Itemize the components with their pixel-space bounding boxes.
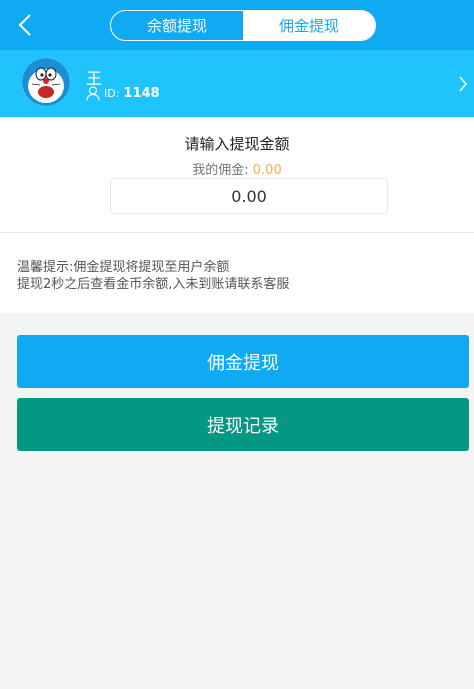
chevron-left-icon[interactable]: [14, 12, 36, 38]
user-id-label: ID:: [104, 87, 120, 100]
tips: 温馨提示:佣金提现将提现至用户余额 提现2秒之后查看金币余额,入未到账请联系客服: [17, 259, 289, 293]
tab-balance-withdraw[interactable]: 余额提现: [111, 11, 243, 40]
doraemon-avatar-icon: [22, 58, 70, 106]
tab-commission-withdraw[interactable]: 佣金提现: [243, 11, 375, 40]
tab-switcher: 余额提现 佣金提现: [110, 10, 376, 41]
withdraw-prompt: 请输入提现金额: [184, 135, 290, 153]
withdraw-records-button[interactable]: 提现记录: [17, 398, 469, 451]
amount-input[interactable]: [110, 178, 388, 214]
top-bar: 余额提现 佣金提现: [0, 0, 474, 50]
commission-withdraw-button[interactable]: 佣金提现: [17, 335, 469, 388]
tip-line-1: 温馨提示:佣金提现将提现至用户余额: [17, 260, 230, 275]
user-id-value: 1148: [123, 86, 160, 101]
user-id: ID: 1148: [86, 86, 160, 101]
tip-line-2: 提现2秒之后查看金币余额,入未到账请联系客服: [17, 277, 290, 292]
commission-balance: 我的佣金: 0.00: [0, 159, 474, 178]
divider: [0, 232, 474, 233]
chevron-right-icon[interactable]: [458, 75, 468, 93]
balance-label: 我的佣金:: [192, 163, 249, 178]
user-profile-bar[interactable]: 王 ID: 1148: [0, 50, 474, 117]
avatar: [22, 58, 70, 106]
balance-value: 0.00: [252, 163, 282, 178]
withdraw-card: 请输入提现金额 我的佣金: 0.00 温馨提示:佣金提现将提现至用户余额 提现2…: [0, 117, 474, 313]
person-icon: [86, 86, 100, 101]
